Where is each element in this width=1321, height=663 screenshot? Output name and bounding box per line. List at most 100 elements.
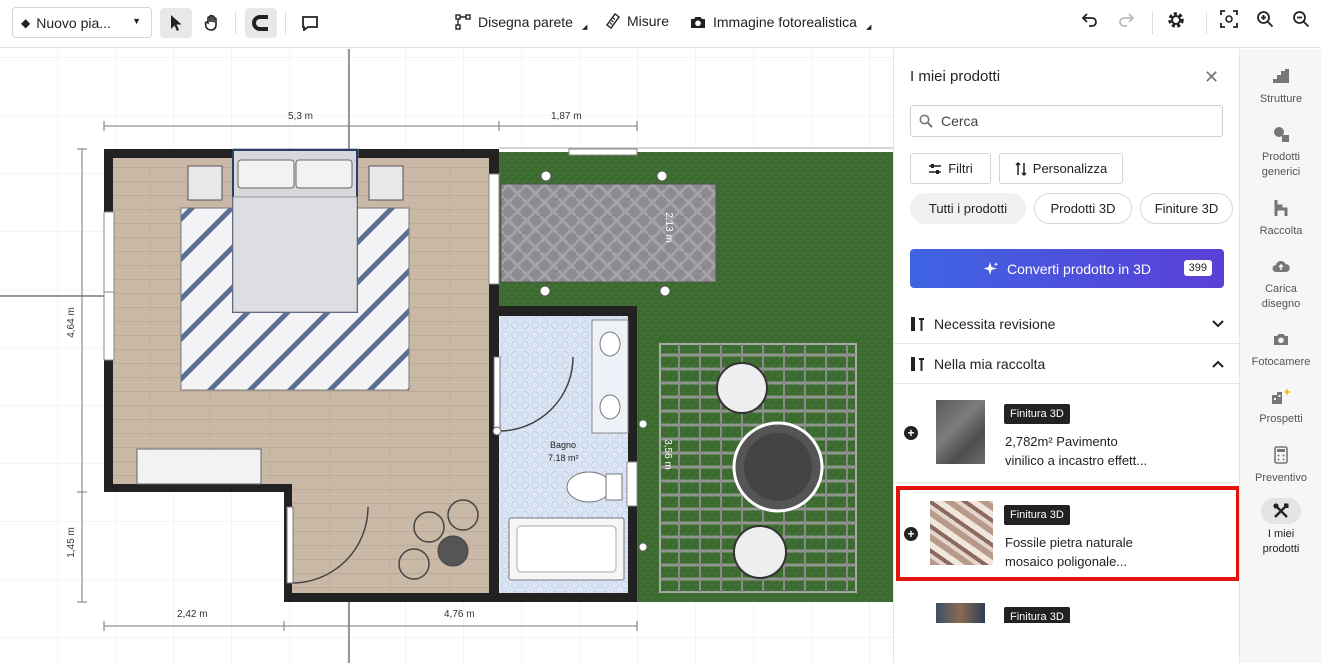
stairs-icon xyxy=(1273,69,1289,83)
floor-plan-canvas[interactable]: 5,3 m 1,87 m 4,64 m 1,45 m 2,42 m 4,76 m… xyxy=(0,49,893,663)
section-needs-review[interactable]: Necessita revisione xyxy=(894,304,1239,344)
convert-to-3d-button[interactable]: Converti prodotto in 3D 399 xyxy=(910,249,1224,288)
section-label: Necessita revisione xyxy=(934,315,1056,332)
tools-icon xyxy=(911,316,924,331)
rail-label: generici xyxy=(1261,166,1301,178)
rail-label: Strutture xyxy=(1259,93,1303,105)
photo-image-button[interactable]: Immagine fotorealistica ◢ xyxy=(690,13,871,31)
rail-item-estimate[interactable]: Preventivo xyxy=(1240,442,1321,486)
customize-button[interactable]: Personalizza xyxy=(999,153,1123,184)
zoom-out-button[interactable] xyxy=(1292,10,1310,33)
product-item[interactable]: + Finitura 3D Fossile pietra naturale mo… xyxy=(894,487,1239,583)
draw-wall-icon xyxy=(455,14,471,30)
rail-label: Carica xyxy=(1265,283,1297,295)
chip-3d-finishes[interactable]: Finiture 3D xyxy=(1140,193,1233,224)
rail-item-upload-drawing[interactable]: Carica disegno xyxy=(1240,253,1321,312)
chair-icon xyxy=(1274,200,1288,216)
undo-icon xyxy=(1081,13,1097,27)
chip-label: Finiture 3D xyxy=(1154,201,1219,216)
shapes-icon xyxy=(1274,127,1289,142)
sparkle-icon xyxy=(983,261,999,275)
fit-screen-icon xyxy=(1220,10,1238,28)
product-name-line: vinilico a incastro effett... xyxy=(1005,453,1148,468)
comment-button[interactable] xyxy=(294,8,326,38)
filters-label: Filtri xyxy=(948,161,973,176)
product-name-line: 2,782m² Pavimento xyxy=(1005,434,1118,449)
tools-icon xyxy=(911,356,924,371)
right-sidebar: Strutture Prodotti generici Raccolta Car… xyxy=(1239,49,1321,663)
rail-item-my-products[interactable]: I miei prodotti xyxy=(1240,498,1321,557)
filters-button[interactable]: Filtri xyxy=(910,153,991,184)
search-icon xyxy=(919,114,933,128)
divider xyxy=(894,482,1239,483)
camera-icon xyxy=(1274,334,1288,345)
dimension-label: 4,64 m xyxy=(65,307,77,338)
plan-name: Nuovo pia... xyxy=(36,14,111,31)
chip-3d-products[interactable]: Prodotti 3D xyxy=(1034,193,1132,224)
dimension-label: 2,13 m xyxy=(662,212,674,243)
zoom-in-button[interactable] xyxy=(1256,10,1274,33)
chevron-down-icon: ▼ xyxy=(132,16,141,26)
chip-all-products[interactable]: Tutti i prodotti xyxy=(910,193,1026,224)
section-my-collection[interactable]: Nella mia raccolta xyxy=(894,344,1239,384)
zoom-out-icon xyxy=(1293,11,1310,28)
sort-icon xyxy=(1015,161,1027,176)
rail-label: Prodotti xyxy=(1262,151,1300,163)
redo-button[interactable] xyxy=(1117,10,1135,33)
my-products-panel: I miei prodotti ✕ Filtri Personalizza Tu… xyxy=(893,49,1239,663)
search-box[interactable] xyxy=(910,105,1223,137)
rail-item-collection[interactable]: Raccolta xyxy=(1240,195,1321,239)
product-tag: Finitura 3D xyxy=(1004,404,1070,424)
camera-icon xyxy=(691,17,705,28)
dimension-label: 1,87 m xyxy=(551,111,582,122)
rail-item-generic-products[interactable]: Prodotti generici xyxy=(1240,121,1321,180)
fit-view-button[interactable] xyxy=(1220,10,1238,33)
rail-item-elevations[interactable]: Prospetti xyxy=(1240,383,1321,427)
product-item[interactable]: Finitura 3D xyxy=(894,589,1239,623)
customize-label: Personalizza xyxy=(1032,161,1108,176)
cloud-upload-icon xyxy=(1272,260,1290,272)
rail-item-cameras[interactable]: Fotocamere xyxy=(1240,326,1321,370)
toolbar-divider xyxy=(285,12,286,34)
product-thumbnail xyxy=(936,400,985,464)
rail-label: prodotti xyxy=(1262,543,1300,555)
rail-label: Prospetti xyxy=(1259,413,1303,425)
tools-cross-icon xyxy=(1273,503,1289,518)
convert-label: Converti prodotto in 3D xyxy=(1007,260,1151,277)
corner-arrow-icon: ◢ xyxy=(865,24,872,31)
rail-item-structures[interactable]: Strutture xyxy=(1240,63,1321,107)
plan-selector[interactable]: ◆ Nuovo pia... ▼ xyxy=(12,7,152,38)
undo-button[interactable] xyxy=(1081,10,1099,33)
room-area-label: 7.18 m² xyxy=(548,453,579,463)
rail-label: Preventivo xyxy=(1255,472,1307,484)
rail-label: Fotocamere xyxy=(1251,356,1311,368)
draw-wall-label: Disegna parete xyxy=(478,14,573,30)
add-icon[interactable]: + xyxy=(904,426,918,440)
toolbar-divider xyxy=(1206,12,1207,34)
chevron-up-icon xyxy=(1212,357,1224,371)
chevron-down-icon xyxy=(1212,317,1224,331)
photo-image-label: Immagine fotorealistica xyxy=(713,14,857,30)
toolbar-divider xyxy=(1152,12,1153,34)
search-input[interactable] xyxy=(941,113,1201,129)
convert-count-badge: 399 xyxy=(1183,260,1212,276)
section-label: Nella mia raccolta xyxy=(934,355,1046,372)
product-name: Fossile pietra naturale mosaico poligona… xyxy=(1005,533,1205,571)
pan-tool-button[interactable] xyxy=(196,8,228,38)
product-thumbnail xyxy=(930,501,993,565)
measures-button[interactable]: Misure xyxy=(606,13,669,29)
room-name-label: Bagno xyxy=(550,440,577,450)
corner-arrow-icon: ◢ xyxy=(581,24,588,31)
product-item[interactable]: + Finitura 3D 2,782m² Pavimento vinilico… xyxy=(894,386,1239,482)
chip-label: Tutti i prodotti xyxy=(928,201,1008,216)
rail-label: disegno xyxy=(1261,298,1301,310)
settings-button[interactable] xyxy=(1166,10,1186,35)
add-icon[interactable]: + xyxy=(904,527,918,541)
close-icon[interactable]: ✕ xyxy=(1204,67,1219,88)
magnet-snap-button[interactable] xyxy=(245,8,277,38)
product-tag: Finitura 3D xyxy=(1004,607,1070,623)
measures-label: Misure xyxy=(627,13,670,29)
draw-wall-button[interactable]: Disegna parete ◢ xyxy=(455,13,587,31)
dimension-label: 2,42 m xyxy=(177,609,208,620)
select-tool-button[interactable] xyxy=(160,8,192,38)
